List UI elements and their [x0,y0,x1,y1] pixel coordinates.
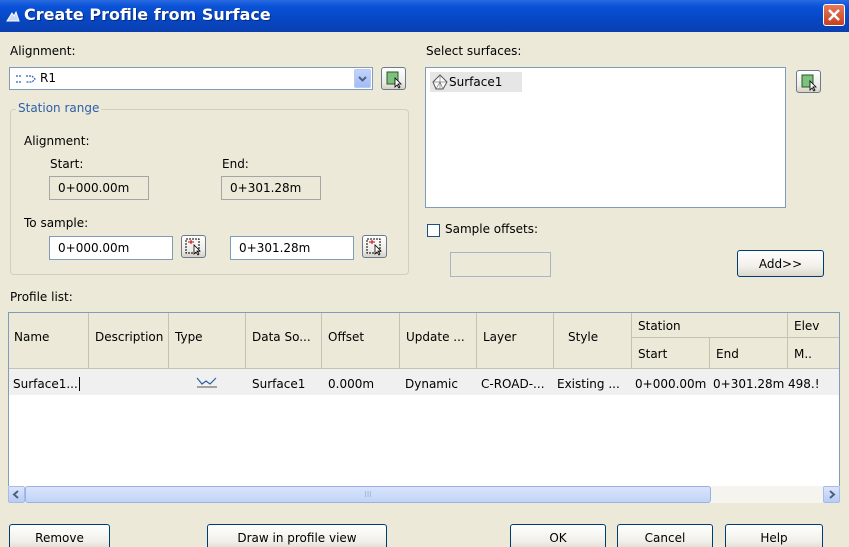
select-surfaces-label: Select surfaces: [426,44,522,58]
help-button[interactable]: Help [725,524,823,547]
app-icon [6,10,20,22]
station-range-title: Station range [16,101,102,115]
cell-elevation[interactable]: 498.! [788,377,839,391]
cell-name[interactable]: Surface1... [13,377,89,391]
scroll-left-button[interactable] [8,486,25,503]
window-title: Create Profile from Surface [24,5,271,24]
cancel-button[interactable]: Cancel [617,524,713,547]
surface-icon [432,74,448,90]
cell-layer[interactable]: C-ROAD-... [481,377,545,391]
remove-button[interactable]: Remove [9,524,110,547]
ok-button[interactable]: OK [510,524,606,547]
sample-start-input[interactable]: 0+000.00m [49,236,173,260]
pick-station-icon [185,238,201,256]
cell-end-station[interactable]: 0+301.28m [713,377,784,391]
alignment-dropdown-button[interactable] [354,69,371,88]
cell-start-station[interactable]: 0+000.00m [635,377,706,391]
text-cursor [78,377,80,391]
horizontal-scrollbar[interactable]: III [8,486,840,503]
add-button[interactable]: Add>> [737,250,824,277]
col-header-end[interactable]: End [710,338,788,369]
cell-data-source[interactable]: Surface1 [252,377,305,391]
profile-list-grid[interactable]: Name Description Type Data So... Offset … [8,312,840,502]
alignment-dropdown[interactable]: R1 [9,67,373,90]
pick-sample-end-button[interactable] [362,235,387,258]
pick-alignment-button[interactable] [381,67,406,90]
chevron-right-icon [829,490,836,499]
pick-surface-button[interactable] [796,70,821,93]
chevron-left-icon [12,490,19,499]
col-header-type[interactable]: Type [169,313,246,369]
col-header-elevation[interactable]: Elev [788,313,839,338]
sample-offsets-input[interactable] [450,252,551,277]
to-sample-label: To sample: [24,216,89,230]
col-header-offset[interactable]: Offset [322,313,400,369]
alignment-start-field: 0+000.00m [49,176,149,200]
col-header-min[interactable]: M.. [788,338,839,369]
pick-station-icon [366,238,382,256]
col-header-layer[interactable]: Layer [477,313,554,369]
cell-update-mode[interactable]: Dynamic [405,377,458,391]
surface-item[interactable]: Surface1 [430,72,522,92]
alignment-end-field: 0+301.28m [221,176,321,200]
pick-from-drawing-icon [801,74,817,92]
start-label: Start: [50,157,84,171]
draw-in-profile-view-button[interactable]: Draw in profile view [207,524,387,547]
alignment-icon [16,75,36,83]
col-header-station[interactable]: Station [632,313,788,338]
close-button[interactable] [823,4,845,26]
surfaces-list[interactable]: Surface1 [425,67,786,208]
surface-profile-type-icon [196,377,217,388]
col-header-name[interactable]: Name [9,313,89,369]
pick-sample-start-button[interactable] [181,235,206,258]
cell-offset[interactable]: 0.000m [328,377,374,391]
alignment-label: Alignment: [10,44,76,58]
sample-offsets-label: Sample offsets: [445,222,539,236]
profile-list-label: Profile list: [10,290,73,304]
surface-item-label: Surface1 [449,75,503,89]
cell-style[interactable]: Existing ... [557,377,620,391]
col-header-start[interactable]: Start [632,338,710,369]
alignment-value: R1 [40,71,56,85]
end-label: End: [222,157,249,171]
scroll-right-button[interactable] [823,486,840,503]
close-icon [828,9,840,21]
chevron-down-icon [358,76,367,82]
station-alignment-label: Alignment: [24,134,90,148]
sample-end-input[interactable]: 0+301.28m [230,236,354,260]
sample-offsets-checkbox[interactable] [427,224,440,237]
title-bar: Create Profile from Surface [0,0,849,32]
col-header-style[interactable]: Style [554,313,632,369]
col-header-data-source[interactable]: Data So... [246,313,322,369]
col-header-description[interactable]: Description [89,313,169,369]
pick-from-drawing-icon [386,71,402,89]
scroll-thumb[interactable]: III [25,486,711,503]
col-header-update[interactable]: Update ... [400,313,477,369]
